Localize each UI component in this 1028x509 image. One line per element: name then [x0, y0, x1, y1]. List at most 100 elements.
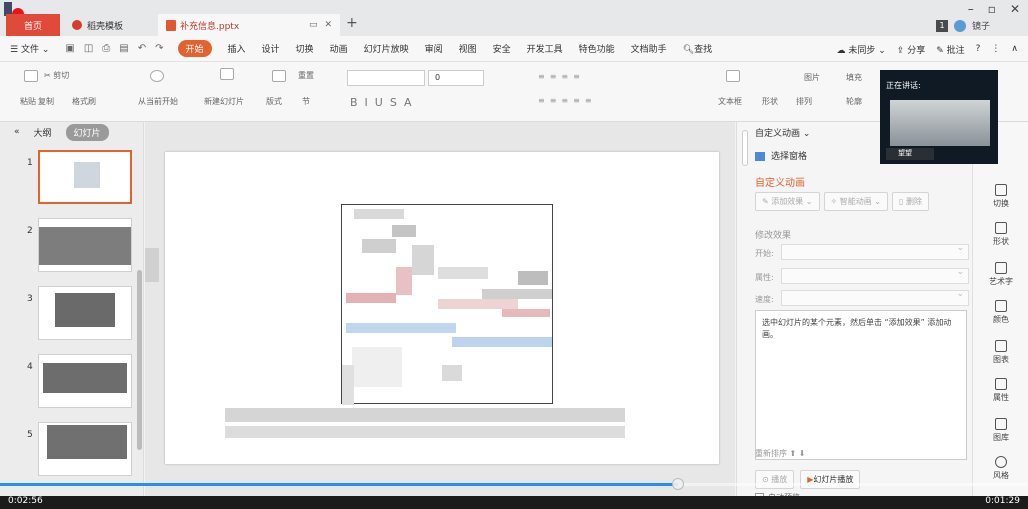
- print-preview-icon[interactable]: ◫: [84, 43, 93, 54]
- avatar[interactable]: [953, 19, 966, 32]
- pane-title[interactable]: 自定义动画 ⌄: [755, 126, 810, 139]
- start-select[interactable]: [781, 243, 969, 260]
- tab-template[interactable]: 稻壳模板: [64, 14, 154, 36]
- play-button[interactable]: ⊙ 播放: [755, 470, 795, 489]
- redo-icon[interactable]: ↷: [155, 43, 163, 54]
- menu-item-developer[interactable]: 开发工具: [527, 42, 563, 55]
- help-button[interactable]: ?: [976, 44, 981, 54]
- slide-thumbnail-4[interactable]: [38, 354, 132, 408]
- paragraph-buttons[interactable]: ≡≡≡≡: [538, 72, 585, 81]
- menu-item-animation[interactable]: 动画: [330, 42, 348, 55]
- select-pane-button[interactable]: 选择窗格: [755, 149, 807, 162]
- arrange-button[interactable]: 排列: [796, 96, 812, 107]
- slide-editor[interactable]: [165, 152, 719, 464]
- section-button[interactable]: 节: [302, 96, 310, 107]
- user-name[interactable]: 镜子: [972, 19, 990, 32]
- close-tab-icon[interactable]: ✕: [324, 20, 332, 30]
- thumbnail-scrollbar[interactable]: [137, 270, 142, 450]
- font-size-input[interactable]: 0: [428, 70, 484, 86]
- side-tool-wordart[interactable]: 艺术字: [973, 262, 1028, 287]
- collapse-panel-icon[interactable]: «: [14, 127, 20, 137]
- menu-item-security[interactable]: 安全: [493, 42, 511, 55]
- reset-button[interactable]: 重置: [298, 70, 314, 81]
- menu-item-insert[interactable]: 插入: [228, 42, 246, 55]
- property-label: 属性:: [755, 273, 774, 282]
- font-format-buttons[interactable]: BIUSA: [350, 96, 419, 109]
- layout-button[interactable]: 版式: [266, 96, 282, 107]
- menu-item-slideshow[interactable]: 幻灯片放映: [364, 42, 409, 55]
- menu-item-design[interactable]: 设计: [262, 42, 280, 55]
- pane-scrollbar[interactable]: [742, 130, 748, 166]
- share-button[interactable]: ⇪ 分享: [897, 43, 925, 56]
- smart-animation-button[interactable]: ✧ 智能动画 ⌄: [823, 192, 888, 211]
- comment-button[interactable]: ✎ 批注: [936, 43, 964, 56]
- add-effect-button[interactable]: ✎ 添加效果 ⌄: [755, 192, 820, 211]
- outline-button[interactable]: 轮廓: [846, 96, 862, 107]
- move-up-icon[interactable]: ⬆: [790, 449, 797, 458]
- new-slide-icon[interactable]: [220, 68, 234, 80]
- textbox-button[interactable]: 文本框: [718, 96, 742, 107]
- new-slide-button[interactable]: 新建幻灯片: [204, 96, 244, 107]
- textbox-icon[interactable]: [726, 70, 740, 82]
- tab-outline[interactable]: 大纲: [34, 126, 52, 139]
- side-tool-transition[interactable]: 切换: [973, 184, 1028, 209]
- blurred-chart-image[interactable]: [341, 204, 553, 405]
- layout-icon[interactable]: [272, 70, 286, 82]
- notification-badge[interactable]: 1: [935, 19, 948, 32]
- menu-item-features[interactable]: 特色功能: [579, 42, 615, 55]
- tab-home[interactable]: 首页: [6, 14, 60, 36]
- paste-icon[interactable]: [24, 70, 38, 82]
- paste-button[interactable]: 粘贴: [20, 96, 36, 107]
- new-tab-button[interactable]: +: [346, 15, 358, 31]
- menu-item-review[interactable]: 审阅: [425, 42, 443, 55]
- slide-thumbnail-5[interactable]: [38, 422, 132, 476]
- tab-slides[interactable]: 幻灯片: [65, 123, 109, 141]
- side-tool-gallery[interactable]: 图库: [973, 418, 1028, 443]
- delete-effect-button[interactable]: ▯ 删除: [892, 192, 929, 211]
- side-tool-chart[interactable]: 图表: [973, 340, 1028, 365]
- picture-button[interactable]: 图片: [804, 72, 820, 83]
- copy-button[interactable]: 复制: [38, 96, 54, 107]
- monitor-icon[interactable]: ▭: [309, 20, 318, 30]
- slideshow-button[interactable]: ▶幻灯片播放: [800, 470, 861, 489]
- speed-select[interactable]: [781, 289, 969, 306]
- menu-item-view[interactable]: 视图: [459, 42, 477, 55]
- export-icon[interactable]: ▤: [119, 43, 128, 54]
- animation-list[interactable]: 选中幻灯片的某个元素，然后单击 “添加效果” 添加动画。: [755, 310, 967, 460]
- side-tool-properties[interactable]: 属性: [973, 378, 1028, 403]
- menu-item-doc-assistant[interactable]: 文档助手: [631, 42, 667, 55]
- font-name-input[interactable]: [347, 70, 425, 86]
- slide-thumbnail-2[interactable]: [38, 218, 132, 272]
- save-icon[interactable]: ▣: [65, 43, 74, 54]
- shape-button[interactable]: 形状: [762, 96, 778, 107]
- menu-item-transition[interactable]: 切换: [296, 42, 314, 55]
- format-painter-button[interactable]: 格式刷: [72, 96, 96, 107]
- panel-collapse-handle[interactable]: [145, 248, 159, 282]
- side-tool-shape[interactable]: 形状: [973, 222, 1028, 247]
- minimize-icon[interactable]: –: [968, 2, 974, 16]
- undo-icon[interactable]: ↶: [138, 43, 146, 54]
- user-area[interactable]: 1 镜子: [935, 19, 990, 32]
- play-from-current-icon[interactable]: [150, 70, 164, 82]
- close-window-icon[interactable]: ✕: [1010, 2, 1020, 16]
- search-menu[interactable]: 🔍︎查找: [683, 42, 712, 55]
- from-current-button[interactable]: 从当前开始: [138, 96, 178, 107]
- sync-button[interactable]: ☁ 未同步 ⌄: [836, 43, 885, 56]
- fill-button[interactable]: 填充: [846, 72, 862, 83]
- print-icon[interactable]: ⎙: [102, 43, 110, 54]
- alignment-buttons[interactable]: ≡≡≡≡≡: [538, 96, 597, 105]
- menu-item-start[interactable]: 开始: [177, 40, 212, 57]
- slide-thumbnail-3[interactable]: [38, 286, 132, 340]
- slide-thumbnail-1[interactable]: [38, 150, 132, 204]
- more-icon[interactable]: ⋮: [991, 44, 1000, 54]
- restore-icon[interactable]: ▫: [988, 2, 996, 16]
- side-tool-style[interactable]: 风格: [973, 456, 1028, 481]
- tab-document[interactable]: 补充信息.pptx ▭ ✕: [158, 14, 340, 36]
- collapse-ribbon-icon[interactable]: ∧: [1011, 44, 1018, 54]
- property-select[interactable]: [781, 267, 969, 284]
- move-down-icon[interactable]: ⬇: [799, 449, 806, 458]
- side-tool-color[interactable]: 颜色: [973, 300, 1028, 325]
- cut-button[interactable]: ✂ 剪切: [44, 70, 69, 81]
- video-call-overlay[interactable]: 正在讲话: 望望: [880, 70, 998, 164]
- file-menu[interactable]: ☰ 文件 ⌄: [10, 42, 49, 55]
